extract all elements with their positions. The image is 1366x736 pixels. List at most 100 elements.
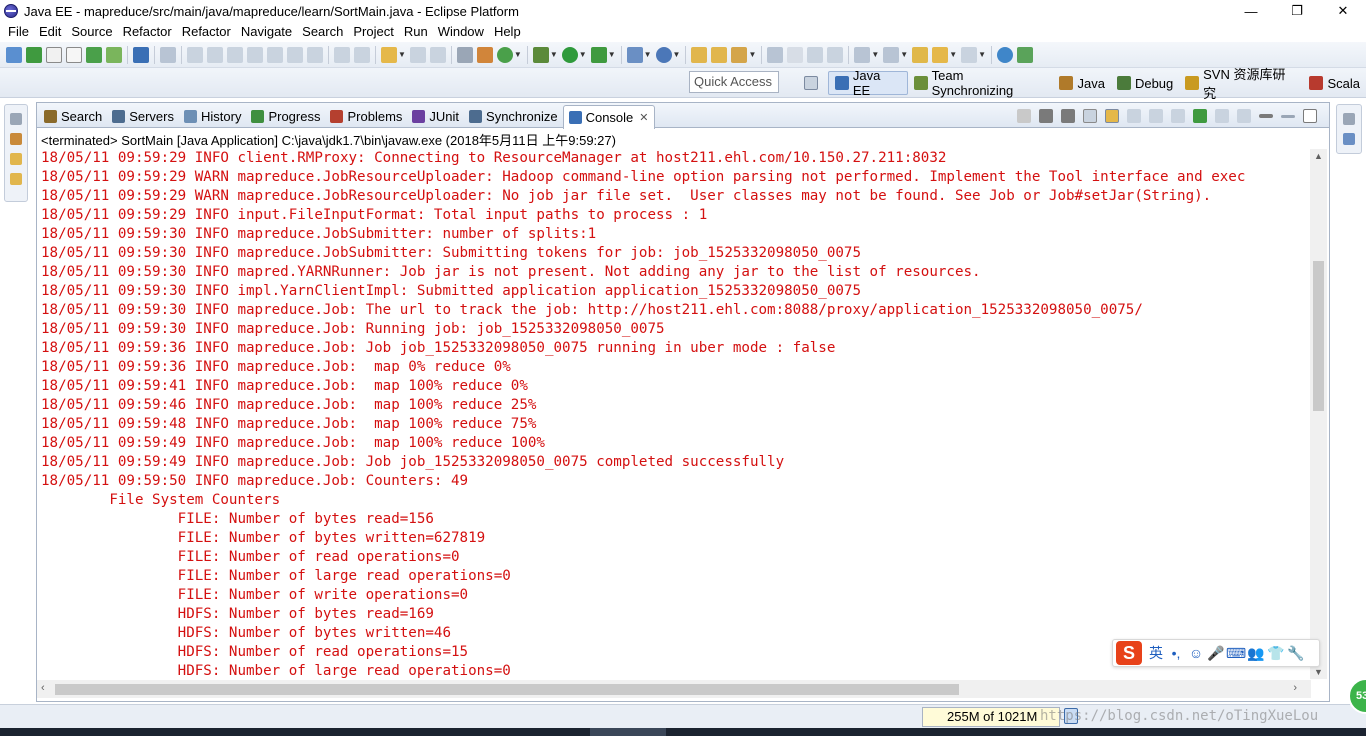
minimize-button[interactable]: —	[1228, 0, 1274, 22]
skip-breakpoints-icon[interactable]	[160, 46, 176, 63]
taskbar-item[interactable]	[590, 728, 666, 736]
new-java-class-icon[interactable]	[381, 46, 397, 63]
tab-console[interactable]: Console ✕	[562, 105, 655, 129]
display-console-icon[interactable]	[1215, 109, 1229, 123]
skin-shirt-icon[interactable]: 👕	[1267, 644, 1285, 662]
maximize-view-icon[interactable]	[1303, 109, 1317, 123]
menu-run[interactable]: Run	[399, 22, 433, 42]
chevron-down-icon[interactable]: ▼	[949, 50, 957, 59]
debug-icon[interactable]	[532, 46, 549, 63]
tab-junit[interactable]: JUnit	[407, 105, 464, 128]
save-icon[interactable]	[409, 46, 426, 63]
edit-icon[interactable]	[731, 46, 748, 63]
chevron-down-icon[interactable]: ▼	[579, 50, 587, 59]
refresh-icon[interactable]	[496, 46, 513, 63]
run-icon[interactable]	[561, 46, 578, 63]
scroll-lock-icon[interactable]	[1105, 109, 1119, 123]
step-over-icon[interactable]	[287, 46, 303, 63]
resume-icon[interactable]	[187, 46, 203, 63]
show-whitespace-icon[interactable]	[807, 46, 824, 63]
terminate-icon[interactable]	[227, 46, 243, 63]
build-icon[interactable]	[476, 46, 493, 63]
console-output[interactable]: 18/05/11 09:59:29 INFO client.RMProxy: C…	[41, 149, 1307, 679]
open-console-icon[interactable]	[133, 46, 149, 63]
close-button[interactable]: ✕	[1320, 0, 1366, 22]
previous-annotation-icon[interactable]	[883, 46, 900, 63]
remove-launch-icon[interactable]	[1039, 109, 1053, 123]
tab-search[interactable]: Search	[39, 105, 107, 128]
punctuation-icon[interactable]: •,	[1167, 644, 1185, 662]
scroll-down-icon[interactable]: ▼	[1313, 667, 1324, 677]
project-explorer-icon[interactable]	[10, 153, 22, 165]
block-selection-icon[interactable]	[827, 46, 844, 63]
toggle-mark-icon[interactable]	[767, 46, 784, 63]
users-icon[interactable]: 👥	[1247, 644, 1265, 662]
new-package-icon[interactable]	[106, 46, 122, 63]
scroll-left-icon[interactable]: ‹	[41, 682, 45, 694]
pin-console-icon[interactable]	[1193, 109, 1207, 123]
outline-icon[interactable]	[1343, 133, 1355, 145]
menu-help[interactable]: Help	[489, 22, 526, 42]
globe-icon[interactable]	[997, 46, 1014, 63]
sogou-logo-icon[interactable]: S	[1116, 641, 1142, 665]
vertical-scrollbar[interactable]: ▲ ▼	[1310, 149, 1327, 679]
perspective-scala[interactable]: Scala	[1303, 71, 1366, 95]
menu-file[interactable]: File	[3, 22, 34, 42]
menu-window[interactable]: Window	[433, 22, 489, 42]
quick-access-input[interactable]: Quick Access	[689, 71, 779, 93]
tab-history[interactable]: History	[179, 105, 246, 128]
back-icon[interactable]	[932, 46, 949, 63]
ime-language-toggle[interactable]: 英	[1147, 644, 1165, 662]
open-type-icon[interactable]	[456, 46, 473, 63]
new-server-icon[interactable]	[26, 46, 42, 63]
chevron-down-icon[interactable]: ▼	[550, 50, 558, 59]
use-step-filters-icon[interactable]	[354, 46, 370, 63]
scroll-up-icon[interactable]: ▲	[1313, 151, 1324, 161]
open-perspective-tools-icon[interactable]	[1017, 46, 1034, 63]
new-wizard-icon[interactable]	[6, 46, 22, 63]
chevron-down-icon[interactable]: ▼	[514, 50, 522, 59]
last-edit-location-icon[interactable]	[912, 46, 929, 63]
menu-navigate[interactable]: Navigate	[236, 22, 297, 42]
scroll-thumb[interactable]	[1313, 261, 1324, 411]
chevron-down-icon[interactable]: ▼	[978, 50, 986, 59]
chevron-down-icon[interactable]: ▼	[871, 50, 879, 59]
chevron-down-icon[interactable]: ▼	[644, 50, 652, 59]
keyboard-icon[interactable]: ⌨	[1226, 644, 1246, 662]
scroll-right-icon[interactable]: ›	[1293, 682, 1297, 694]
chevron-down-icon[interactable]: ▼	[673, 50, 681, 59]
new-file-icon[interactable]	[46, 46, 62, 63]
disconnect-icon[interactable]	[247, 46, 263, 63]
tab-progress[interactable]: Progress	[246, 105, 325, 128]
open-folder-icon[interactable]	[691, 46, 708, 63]
run-external-tools-icon[interactable]	[590, 46, 607, 63]
new-web-project-icon[interactable]	[86, 46, 102, 63]
open-task-icon[interactable]	[711, 46, 728, 63]
save-all-icon[interactable]	[429, 46, 446, 63]
restore-icon[interactable]	[10, 113, 22, 125]
next-annotation-icon[interactable]	[854, 46, 871, 63]
coverage-icon[interactable]	[626, 46, 643, 63]
suspend-icon[interactable]	[207, 46, 223, 63]
toggle-highlight-icon[interactable]	[787, 46, 804, 63]
tab-synchronize[interactable]: Synchronize	[464, 105, 563, 128]
clear-console-icon[interactable]	[1083, 109, 1097, 123]
restore-icon[interactable]	[1343, 113, 1355, 125]
menu-refactor[interactable]: Refactor	[118, 22, 177, 42]
microphone-icon[interactable]: 🎤	[1207, 644, 1225, 662]
chevron-down-icon[interactable]: ▼	[748, 50, 756, 59]
view-menu-icon[interactable]	[1259, 114, 1273, 118]
menu-edit[interactable]: Edit	[34, 22, 66, 42]
menu-refactor-2[interactable]: Refactor	[177, 22, 236, 42]
menu-project[interactable]: Project	[348, 22, 398, 42]
menu-source[interactable]: Source	[66, 22, 117, 42]
perspective-team-synchronizing[interactable]: Team Synchronizing	[908, 68, 1054, 98]
step-return-icon[interactable]	[307, 46, 323, 63]
perspective-java[interactable]: Java	[1053, 71, 1110, 95]
word-wrap-icon[interactable]	[1127, 109, 1141, 123]
tab-problems[interactable]: Problems	[325, 105, 407, 128]
wrench-icon[interactable]: 🔧	[1287, 644, 1305, 662]
maximize-button[interactable]: ❐	[1274, 0, 1320, 22]
scroll-thumb[interactable]	[55, 684, 959, 695]
web-services-icon[interactable]	[655, 46, 672, 63]
